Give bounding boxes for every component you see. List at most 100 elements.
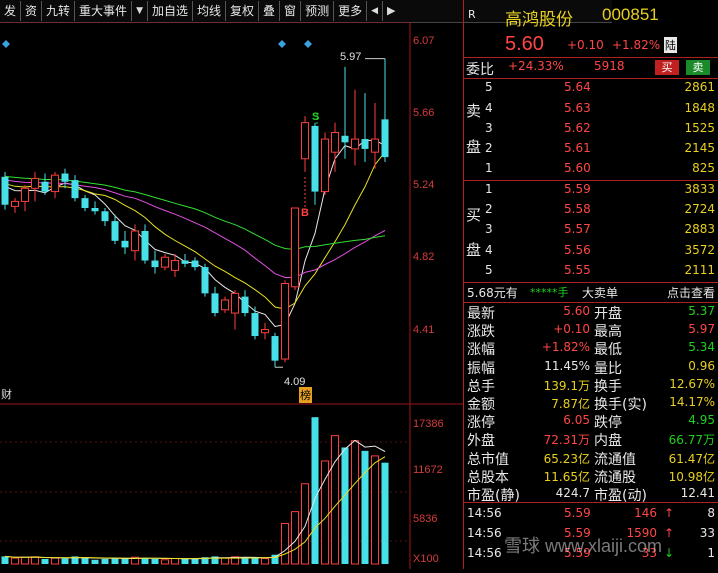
event-diamond-icon <box>2 40 10 48</box>
level-num: 4 <box>485 101 493 115</box>
sell-level-row: 5 5.64 2861 <box>464 80 718 98</box>
tick-count: 8 <box>707 506 715 520</box>
volume-bar <box>41 558 49 564</box>
toolbar-jiuzhuan-button[interactable]: 九转 <box>42 1 76 21</box>
volume-bar <box>331 435 339 565</box>
candle-body <box>131 230 139 252</box>
candle-body <box>361 139 369 149</box>
level-price: 5.62 <box>564 121 591 135</box>
candle-body <box>221 299 229 311</box>
stat-label: 外盘 <box>467 433 495 450</box>
weicha-value: 5918 <box>594 59 625 73</box>
candle-body <box>231 292 239 314</box>
level-num: 4 <box>485 243 493 257</box>
candle-body <box>201 267 209 294</box>
stats-row: 总市值 65.23亿 流通值 61.47亿 <box>464 450 718 468</box>
stat-label: 涨停 <box>467 415 495 432</box>
buy-signal-mark: B <box>301 207 309 219</box>
volume-bar <box>11 557 19 565</box>
stat-value: 424.7 <box>555 486 590 500</box>
level-num: 3 <box>485 121 493 135</box>
candle-body <box>261 328 269 334</box>
stat-value: 0.96 <box>688 358 715 373</box>
level2-bar[interactable]: 5.68元有 *****手 大卖单 点击查看 <box>464 284 718 302</box>
sell-level-row: 3 5.62 1525 <box>464 121 718 139</box>
level-num: 5 <box>485 80 493 94</box>
tick-direction-icon: ↓ <box>664 546 675 560</box>
price-tick-label: 5.66 <box>413 107 435 119</box>
next-arrow-icon[interactable]: ▶ <box>383 1 399 21</box>
toolbar-major-events-button[interactable]: 重大事件 <box>75 1 133 21</box>
toolbar-adjust-button[interactable]: 复权 <box>226 1 260 21</box>
candle-body <box>121 240 129 248</box>
candle-body <box>241 296 249 314</box>
candle-body <box>91 208 99 212</box>
toolbar-window-button[interactable]: 窗 <box>280 1 302 21</box>
stat-label: 最高 <box>594 324 622 341</box>
volume-bar <box>251 558 259 564</box>
level2-big-sell-text: 大卖单 <box>582 286 619 300</box>
stats-row: 涨幅 +1.82% 最低 5.34 <box>464 340 718 358</box>
volume-bar <box>61 558 69 564</box>
weibi-value: +24.33% <box>508 59 564 73</box>
tick-time: 14:56 <box>467 526 502 540</box>
level2-hidden-volume: *****手 <box>530 286 569 299</box>
volume-bar <box>241 557 249 564</box>
list-tag[interactable]: 榜 <box>299 387 312 403</box>
toolbar-add-watchlist-button[interactable]: 加自选 <box>148 1 193 21</box>
level-vol: 2724 <box>684 202 715 216</box>
quote-header: R 高鸿股份 000851 <box>464 5 718 30</box>
candle-body <box>271 336 279 361</box>
stats-row: 最新 5.60 开盘 5.37 <box>464 304 718 322</box>
volume-unit-label: X100 <box>413 553 439 565</box>
prev-arrow-icon[interactable]: ◀ <box>367 1 384 21</box>
level-vol: 1848 <box>684 101 715 115</box>
volume-bar <box>191 558 199 564</box>
candle-body <box>141 230 149 261</box>
kline-chart[interactable]: 6.07 5.66 5.24 4.82 4.41 17386 11672 583… <box>0 21 463 569</box>
volume-bar <box>161 559 169 565</box>
candle-body <box>301 122 309 160</box>
stat-label: 涨跌 <box>467 324 495 341</box>
level-price: 5.64 <box>564 80 591 94</box>
toolbar-ma-button[interactable]: 均线 <box>193 1 227 21</box>
level2-click-view-link[interactable]: 点击查看 <box>667 284 715 301</box>
volume-bar <box>261 558 269 565</box>
toolbar-zi-button[interactable]: 资 <box>21 1 43 21</box>
volume-bar <box>141 558 149 564</box>
candle-body <box>71 180 79 199</box>
stat-value: 66.77万 <box>668 433 715 448</box>
volume-bar <box>341 447 349 564</box>
volume-bar <box>171 558 179 565</box>
stats-row: 涨停 6.05 跌停 4.95 <box>464 413 718 431</box>
price-change: +0.10 <box>567 38 604 52</box>
watermark-text: 雪球 www.xlaiji.com <box>504 536 663 556</box>
event-diamond-icon <box>304 40 312 48</box>
quote-panel: R 高鸿股份 000851 5.60 +0.10 +1.82% 陆 委比 +24… <box>463 0 718 569</box>
level-price: 5.60 <box>564 161 591 175</box>
chevron-down-icon[interactable]: ▼ <box>132 1 148 21</box>
toolbar-forecast-button[interactable]: 预测 <box>301 1 335 21</box>
toolbar-fa-button[interactable]: 发 <box>0 1 22 21</box>
finance-tag[interactable]: 财 <box>1 386 12 402</box>
level-vol: 2861 <box>684 80 715 94</box>
volume-bar <box>371 455 379 565</box>
candle-body <box>151 260 159 268</box>
price-change-pct: +1.82% <box>612 38 661 52</box>
toolbar-more-button[interactable]: 更多 <box>334 1 368 21</box>
candle-body <box>321 138 329 193</box>
buy-button[interactable]: 买 <box>655 60 679 75</box>
stat-value: 4.95 <box>688 413 715 428</box>
sell-button[interactable]: 卖 <box>686 60 710 75</box>
r-icon: R <box>468 8 476 21</box>
candle-body <box>41 181 49 192</box>
volume-bar <box>111 558 119 564</box>
price-tick-label: 4.41 <box>413 324 435 336</box>
candle-body <box>331 131 339 153</box>
toolbar-overlay-button[interactable]: 叠 <box>259 1 281 21</box>
stat-value: 5.97 <box>688 322 715 337</box>
kline-chart-svg[interactable] <box>0 21 463 569</box>
volume-tick-label: 5836 <box>413 513 438 525</box>
level-vol: 2145 <box>684 141 715 155</box>
buy-level-row: 4 5.56 3572 <box>464 243 718 261</box>
